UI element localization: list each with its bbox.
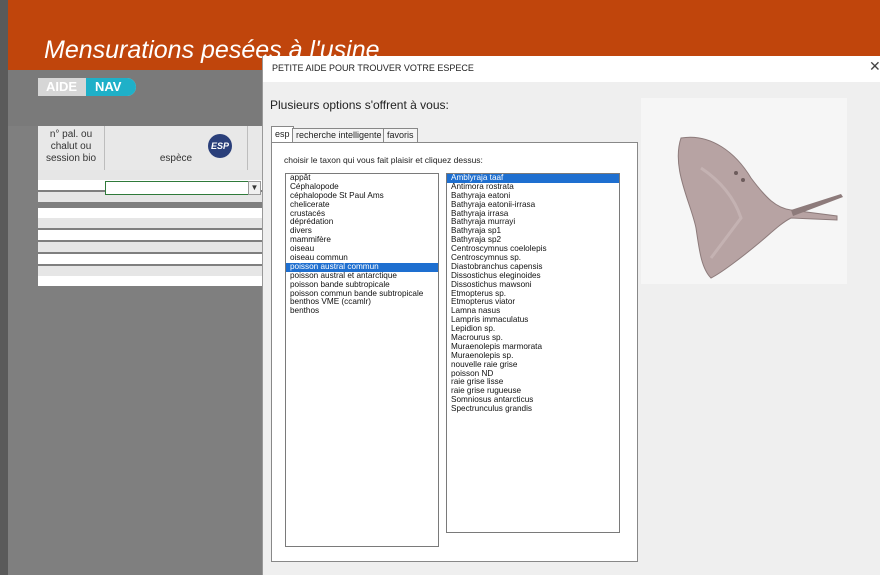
- skate-icon: [677, 136, 843, 279]
- tab-recherche-intelligente[interactable]: recherche intelligente: [292, 128, 386, 142]
- table-row: [38, 208, 263, 218]
- instruction-text: choisir le taxon qui vous fait plaisir e…: [284, 155, 483, 165]
- header-next: [248, 126, 263, 171]
- species-help-dialog: PETITE AIDE POUR TROUVER VOTRE ESPECE ✕ …: [262, 56, 880, 575]
- nav-link-bg[interactable]: NAV: [86, 78, 136, 96]
- table-row: [38, 218, 263, 228]
- table-row: [38, 266, 263, 276]
- taxon-list[interactable]: appât Céphalopode céphalopode St Paul Ams c…: [285, 173, 439, 547]
- table-row: [38, 230, 263, 240]
- header-pal: n° pal. ou chalut ou session bio: [38, 126, 105, 171]
- options-label: Plusieurs options s'offrent à vous:: [270, 98, 449, 112]
- header-pal-label: n° pal. ou chalut ou session bio: [45, 129, 97, 164]
- cell-dropdown-icon[interactable]: ▼: [248, 181, 261, 195]
- table-row: [38, 242, 263, 252]
- species-list[interactable]: Amblyraja taaf Antimora rostrata Bathyraja…: [446, 173, 620, 533]
- taxon-item[interactable]: benthos: [286, 306, 438, 316]
- aide-link[interactable]: AIDE: [46, 79, 77, 94]
- window-left-edge: [0, 0, 8, 575]
- esp-tab-panel: choisir le taxon qui vous fait plaisir e…: [271, 142, 638, 562]
- table-row: [38, 254, 263, 264]
- table-row: [38, 276, 263, 286]
- tab-esp[interactable]: esp: [271, 126, 294, 142]
- table-row: [38, 170, 263, 180]
- tab-favoris[interactable]: favoris: [383, 128, 418, 142]
- esp-button[interactable]: ESP: [208, 134, 232, 158]
- nav-pill: AIDE NAV: [38, 78, 136, 96]
- species-item[interactable]: Spectrunculus grandis: [447, 404, 619, 414]
- dialog-title: PETITE AIDE POUR TROUVER VOTRE ESPECE: [272, 63, 474, 73]
- close-icon[interactable]: ✕: [869, 56, 880, 76]
- nav-link[interactable]: NAV: [95, 79, 121, 94]
- species-image: [641, 98, 847, 284]
- dialog-body: Plusieurs options s'offrent à vous: esp …: [263, 82, 880, 575]
- selected-species-cell[interactable]: [105, 181, 249, 195]
